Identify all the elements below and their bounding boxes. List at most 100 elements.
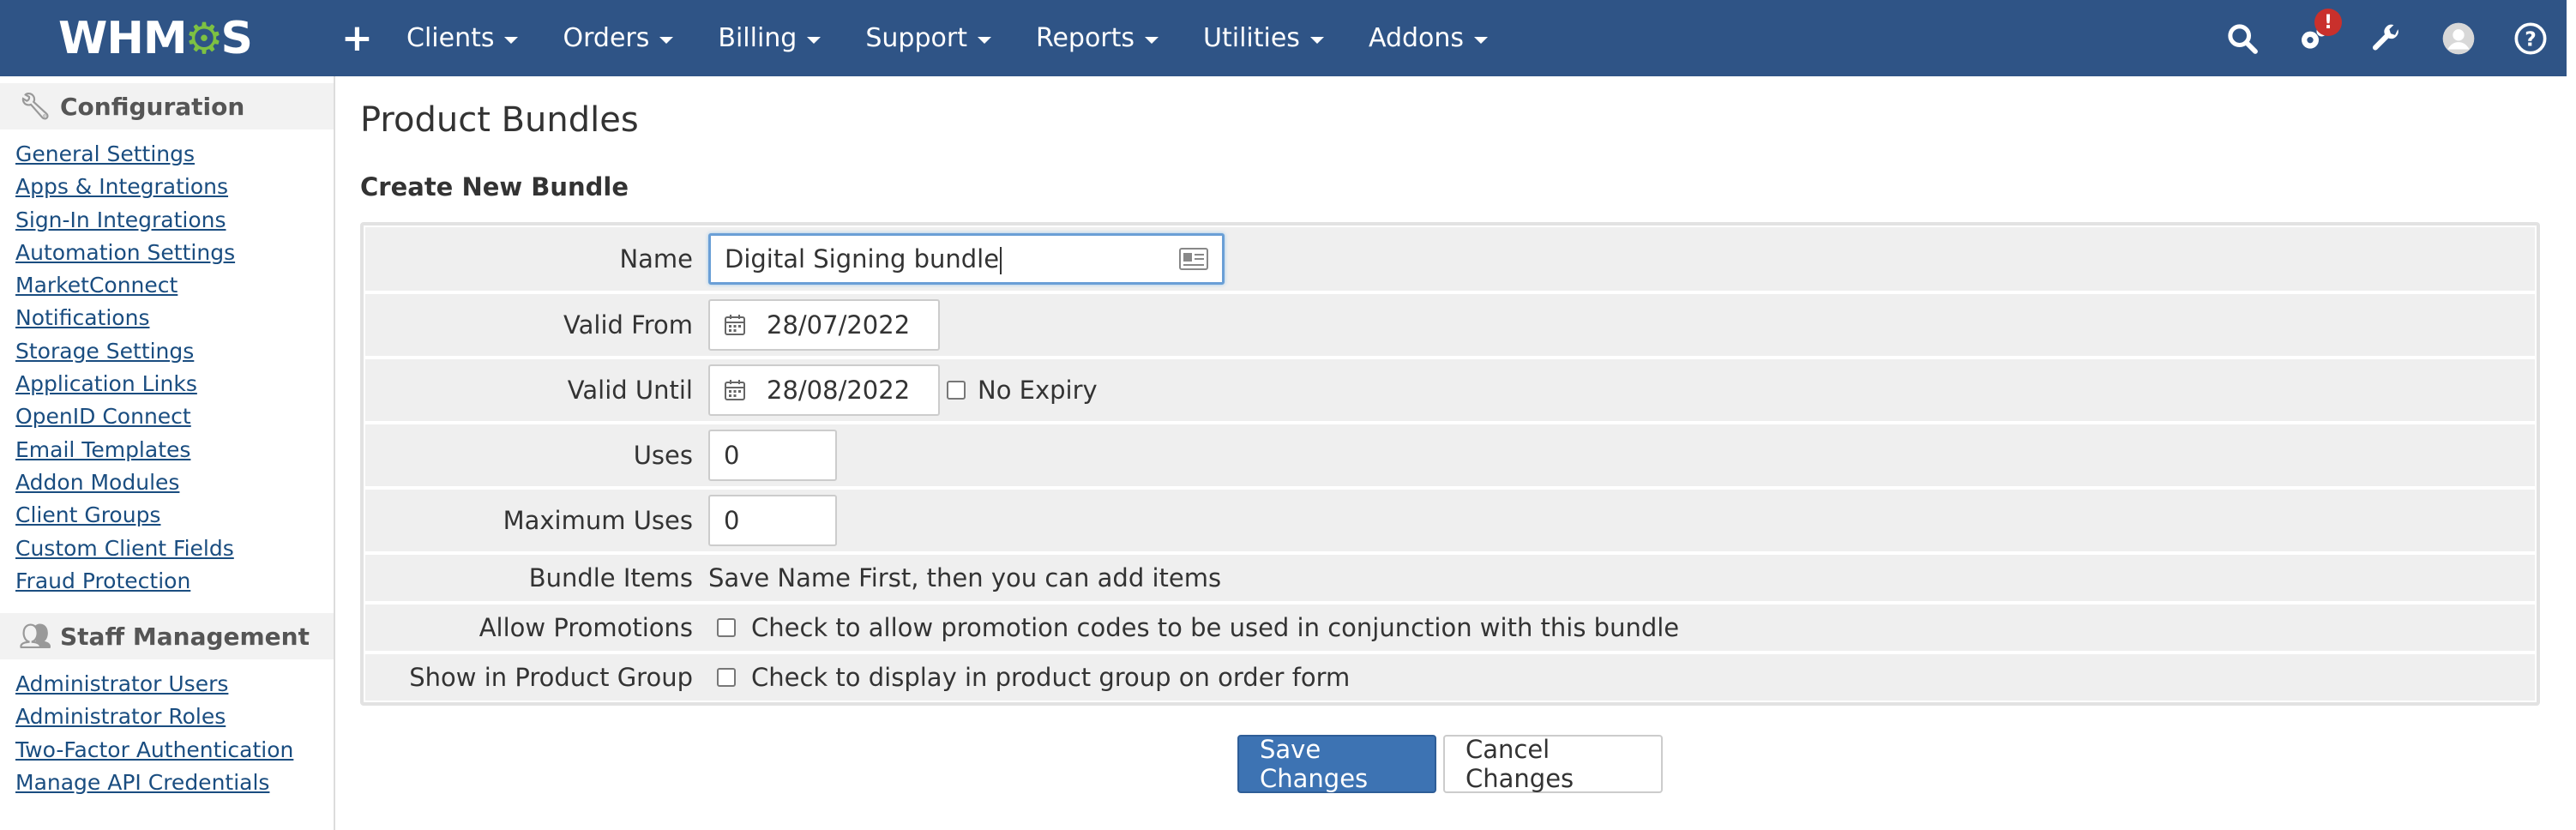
uses-field-wrap: 0 <box>708 430 837 481</box>
sidebar-link-automation-settings[interactable]: Automation Settings <box>15 237 334 269</box>
sidebar-link-manage-api-credentials[interactable]: Manage API Credentials <box>15 767 334 799</box>
chevron-down-icon <box>504 36 519 44</box>
sidebar-section-configuration: 🔧︎ Configuration <box>0 83 334 129</box>
notification-badge: ! <box>2314 9 2342 36</box>
menu-clients[interactable]: Clients <box>406 23 519 53</box>
form-row-valid-from: Valid From 28/07/2022 <box>365 294 2535 356</box>
sidebar-link-addon-modules[interactable]: Addon Modules <box>15 466 334 499</box>
uses-value: 0 <box>724 441 740 470</box>
valid-from-field-wrap: 28/07/2022 <box>708 299 940 351</box>
sidebar-section-title: Configuration <box>60 92 245 121</box>
sidebar-link-client-groups[interactable]: Client Groups <box>15 499 334 532</box>
sidebar-link-application-links[interactable]: Application Links <box>15 368 334 400</box>
section-title: Create New Bundle <box>360 172 629 201</box>
sidebar-link-marketconnect[interactable]: MarketConnect <box>15 269 334 302</box>
show-in-group-text[interactable]: Check to display in product group on ord… <box>751 663 1350 692</box>
no-expiry-label[interactable]: No Expiry <box>978 376 1098 405</box>
chevron-down-icon <box>1474 36 1489 44</box>
allow-promotions-text[interactable]: Check to allow promotion codes to be use… <box>751 613 1679 642</box>
menu-utilities[interactable]: Utilities <box>1203 23 1324 53</box>
sidebar-link-two-factor-authentication[interactable]: Two-Factor Authentication <box>15 734 334 767</box>
logo-text-end: S <box>220 12 252 64</box>
max-uses-input[interactable]: 0 <box>708 495 837 546</box>
sidebar-link-administrator-users[interactable]: Administrator Users <box>15 668 334 701</box>
no-expiry-checkbox[interactable] <box>947 381 966 400</box>
main-content: Product Bundles Create New Bundle Name D… <box>360 76 2555 793</box>
valid-from-label: Valid From <box>563 310 693 340</box>
svg-text:?: ? <box>2525 27 2537 51</box>
menu-addons[interactable]: Addons <box>1368 23 1489 53</box>
search-icon[interactable] <box>2206 0 2278 76</box>
sidebar-link-storage-settings[interactable]: Storage Settings <box>15 335 334 368</box>
form-row-show-in-group: Show in Product Group Check to display i… <box>365 654 2535 701</box>
calendar-icon <box>725 380 745 400</box>
sidebar-link-notifications[interactable]: Notifications <box>15 302 334 334</box>
allow-promotions-field-wrap: Check to allow promotion codes to be use… <box>708 613 1679 642</box>
menu-billing[interactable]: Billing <box>718 23 822 53</box>
valid-until-input[interactable]: 28/08/2022 <box>708 364 940 416</box>
show-in-group-field-wrap: Check to display in product group on ord… <box>708 663 1350 692</box>
sidebar-link-sign-in-integrations[interactable]: Sign-In Integrations <box>15 204 334 237</box>
menu-reports[interactable]: Reports <box>1036 23 1159 53</box>
max-uses-field-wrap: 0 <box>708 495 837 546</box>
page-title: Product Bundles <box>360 100 639 140</box>
chevron-down-icon <box>1145 36 1159 44</box>
chevron-down-icon <box>659 36 674 44</box>
valid-until-value: 28/08/2022 <box>767 376 911 405</box>
valid-until-field-wrap: 28/08/2022 No Expiry <box>708 364 1098 416</box>
menu-support[interactable]: Support <box>865 23 991 53</box>
bundle-form: Name Digital Signing bundle Valid From 2… <box>360 222 2540 706</box>
max-uses-label: Maximum Uses <box>503 506 693 535</box>
name-input[interactable]: Digital Signing bundle <box>708 233 1225 285</box>
bundle-items-text: Save Name First, then you can add items <box>708 563 1222 592</box>
calendar-icon <box>725 315 745 335</box>
sidebar-config-links: General Settings Apps & Integrations Sig… <box>0 129 334 606</box>
chevron-down-icon <box>807 36 822 44</box>
top-navbar: WHM ⚙ S + Clients Orders Billing Support R… <box>0 0 2567 76</box>
wrench-icon[interactable] <box>2350 0 2423 76</box>
logo-gear-icon: ⚙ <box>184 13 224 63</box>
menu-label: Addons <box>1368 23 1465 53</box>
form-buttons: Save Changes Cancel Changes <box>360 735 2540 793</box>
sidebar-link-administrator-roles[interactable]: Administrator Roles <box>15 701 334 733</box>
menu-label: Reports <box>1035 23 1135 53</box>
form-row-uses: Uses 0 <box>365 424 2535 486</box>
show-in-group-label: Show in Product Group <box>409 663 693 692</box>
contact-card-icon[interactable] <box>1179 248 1208 270</box>
sidebar-link-apps-integrations[interactable]: Apps & Integrations <box>15 171 334 203</box>
form-row-max-uses: Maximum Uses 0 <box>365 490 2535 551</box>
form-row-bundle-items: Bundle Items Save Name First, then you c… <box>365 555 2535 601</box>
navbar-icons: ! ? <box>2206 0 2567 76</box>
main-menu: Clients Orders Billing Support Reports U… <box>406 23 1532 53</box>
sidebar-link-fraud-protection[interactable]: Fraud Protection <box>15 565 334 598</box>
form-row-name: Name Digital Signing bundle <box>365 227 2535 291</box>
menu-label: Orders <box>563 23 650 53</box>
chevron-down-icon <box>977 36 991 44</box>
valid-until-label: Valid Until <box>567 376 693 405</box>
sidebar-link-email-templates[interactable]: Email Templates <box>15 434 334 466</box>
form-row-allow-promotions: Allow Promotions Check to allow promotio… <box>365 604 2535 651</box>
sidebar-link-general-settings[interactable]: General Settings <box>15 138 334 171</box>
sidebar-link-openid-connect[interactable]: OpenID Connect <box>15 400 334 433</box>
valid-from-value: 28/07/2022 <box>767 310 911 340</box>
sidebar-section-title: Staff Management <box>60 622 310 651</box>
wrench-icon: 🔧︎ <box>19 91 52 122</box>
max-uses-value: 0 <box>724 506 740 535</box>
show-in-group-checkbox[interactable] <box>717 668 736 687</box>
logo-text: WHM <box>58 12 188 64</box>
save-changes-button[interactable]: Save Changes <box>1237 735 1436 793</box>
sidebar-link-custom-client-fields[interactable]: Custom Client Fields <box>15 532 334 565</box>
system-settings-gears-icon[interactable]: ! <box>2278 0 2350 76</box>
help-icon[interactable]: ? <box>2495 0 2567 76</box>
cancel-changes-button[interactable]: Cancel Changes <box>1443 735 1663 793</box>
whmcs-logo[interactable]: WHM ⚙ S <box>58 13 274 64</box>
text-cursor <box>1000 246 1002 274</box>
allow-promotions-checkbox[interactable] <box>717 618 736 637</box>
add-new-icon[interactable]: + <box>341 16 376 60</box>
menu-orders[interactable]: Orders <box>563 23 674 53</box>
bundle-items-label: Bundle Items <box>528 563 693 592</box>
name-input-value: Digital Signing bundle <box>725 244 1000 274</box>
uses-input[interactable]: 0 <box>708 430 837 481</box>
valid-from-input[interactable]: 28/07/2022 <box>708 299 940 351</box>
user-avatar-icon[interactable] <box>2423 0 2495 76</box>
